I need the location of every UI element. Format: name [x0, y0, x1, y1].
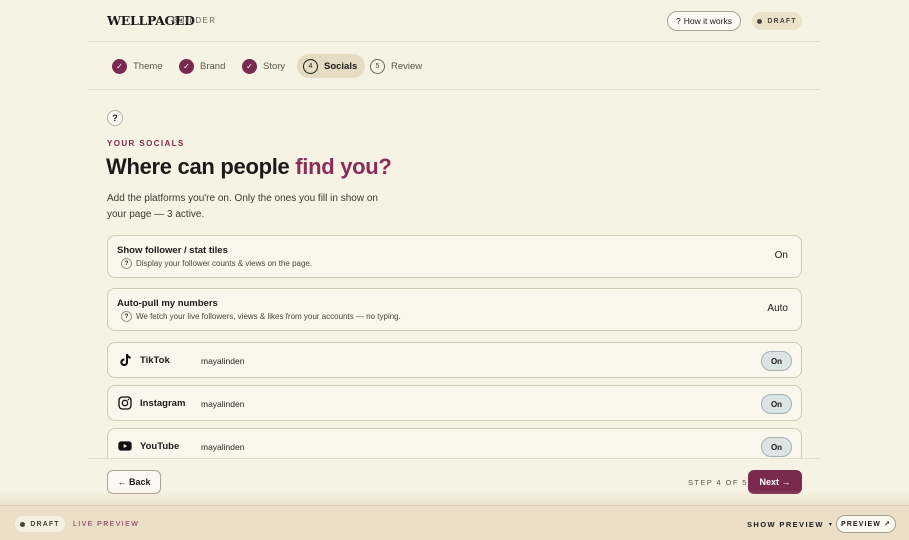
step-story[interactable]: ✓ Story [242, 54, 285, 78]
status-dot-icon [757, 18, 763, 24]
draft-label: DRAFT [30, 520, 60, 528]
preview-button[interactable]: PREVIEW ↗ [836, 515, 896, 533]
setting-subtitle: ? We fetch your live followers, views & … [121, 311, 401, 322]
help-icon: ? [676, 16, 681, 26]
how-it-works-label: How it works [683, 16, 732, 26]
top-header: WELLPAGED BUILDER ? How it works DRAFT [88, 0, 820, 42]
platform-name: TikTok [140, 355, 170, 366]
check-icon: ✓ [179, 58, 194, 74]
platform-toggle[interactable]: On [761, 351, 792, 371]
step-label: Brand [200, 60, 226, 72]
auto-pull-setting[interactable]: Auto-pull my numbers ? We fetch your liv… [107, 288, 802, 331]
live-preview-label: LIVE PREVIEW [73, 521, 140, 528]
step-label: Review [391, 60, 423, 72]
status-dot-icon [20, 521, 26, 527]
show-preview-label: SHOW PREVIEW [747, 520, 824, 529]
platform-name: YouTube [140, 441, 180, 452]
setting-subtitle-text: Display your follower counts & views on … [136, 259, 313, 268]
show-preview-toggle[interactable]: SHOW PREVIEW ▾ [747, 520, 833, 529]
platform-row-tiktok[interactable]: TikTok mayalinden On [107, 342, 802, 378]
help-icon[interactable]: ? [121, 258, 132, 269]
step-label: Theme [133, 60, 163, 72]
bar-shadow [0, 490, 909, 505]
stat-tiles-setting[interactable]: Show follower / stat tiles ? Display you… [107, 235, 802, 278]
step-label: Socials [324, 60, 358, 72]
caret-down-icon: ▾ [828, 522, 834, 528]
step-counter: STEP 4 OF 5 [688, 478, 748, 487]
setting-title: Auto-pull my numbers [117, 298, 218, 309]
divider [88, 458, 820, 459]
section-eyebrow: YOUR SOCIALS [107, 139, 185, 148]
platform-toggle[interactable]: On [761, 437, 792, 457]
platform-toggle[interactable]: On [761, 394, 792, 414]
help-button[interactable]: ? [107, 110, 123, 126]
step-label: Story [263, 60, 286, 72]
stepper: ✓ Theme ✓ Brand ✓ Story 4 Socials 5 Revi… [88, 42, 820, 90]
draft-badge: DRAFT [15, 516, 65, 532]
youtube-icon [118, 441, 132, 451]
platform-row-instagram[interactable]: Instagram mayalinden On [107, 385, 802, 421]
setting-title: Show follower / stat tiles [117, 245, 228, 256]
step-number: 5 [370, 58, 385, 74]
help-icon[interactable]: ? [121, 311, 132, 322]
step-socials[interactable]: 4 Socials [297, 54, 366, 78]
draft-badge: DRAFT [752, 12, 802, 30]
setting-subtitle: ? Display your follower counts & views o… [121, 258, 312, 269]
section-label: BUILDER [172, 16, 217, 25]
page-title: Where can people find you? [106, 154, 392, 180]
step-number: 4 [303, 58, 318, 74]
setting-value[interactable]: On [775, 250, 788, 261]
page-description: Add the platforms you're on. Only the on… [107, 193, 378, 220]
setting-value[interactable]: Auto [767, 303, 788, 314]
how-it-works-button[interactable]: ? How it works [667, 11, 741, 31]
step-theme[interactable]: ✓ Theme [112, 54, 163, 78]
platform-handle[interactable]: mayalinden [201, 399, 244, 409]
platform-handle[interactable]: mayalinden [201, 356, 244, 366]
preview-bar: DRAFT LIVE PREVIEW SHOW PREVIEW ▾ PREVIE… [0, 505, 909, 540]
check-icon: ✓ [112, 58, 127, 74]
tiktok-icon [120, 354, 131, 366]
platform-handle[interactable]: mayalinden [201, 442, 244, 452]
step-brand[interactable]: ✓ Brand [179, 54, 225, 78]
title-prefix: Where can people [106, 154, 296, 179]
instagram-icon [118, 396, 132, 410]
check-icon: ✓ [242, 58, 257, 74]
platform-name: Instagram [140, 398, 186, 409]
draft-label: DRAFT [767, 17, 797, 25]
step-review[interactable]: 5 Review [370, 54, 422, 78]
title-accent: find you? [295, 154, 392, 179]
setting-subtitle-text: We fetch your live followers, views & li… [136, 312, 401, 321]
